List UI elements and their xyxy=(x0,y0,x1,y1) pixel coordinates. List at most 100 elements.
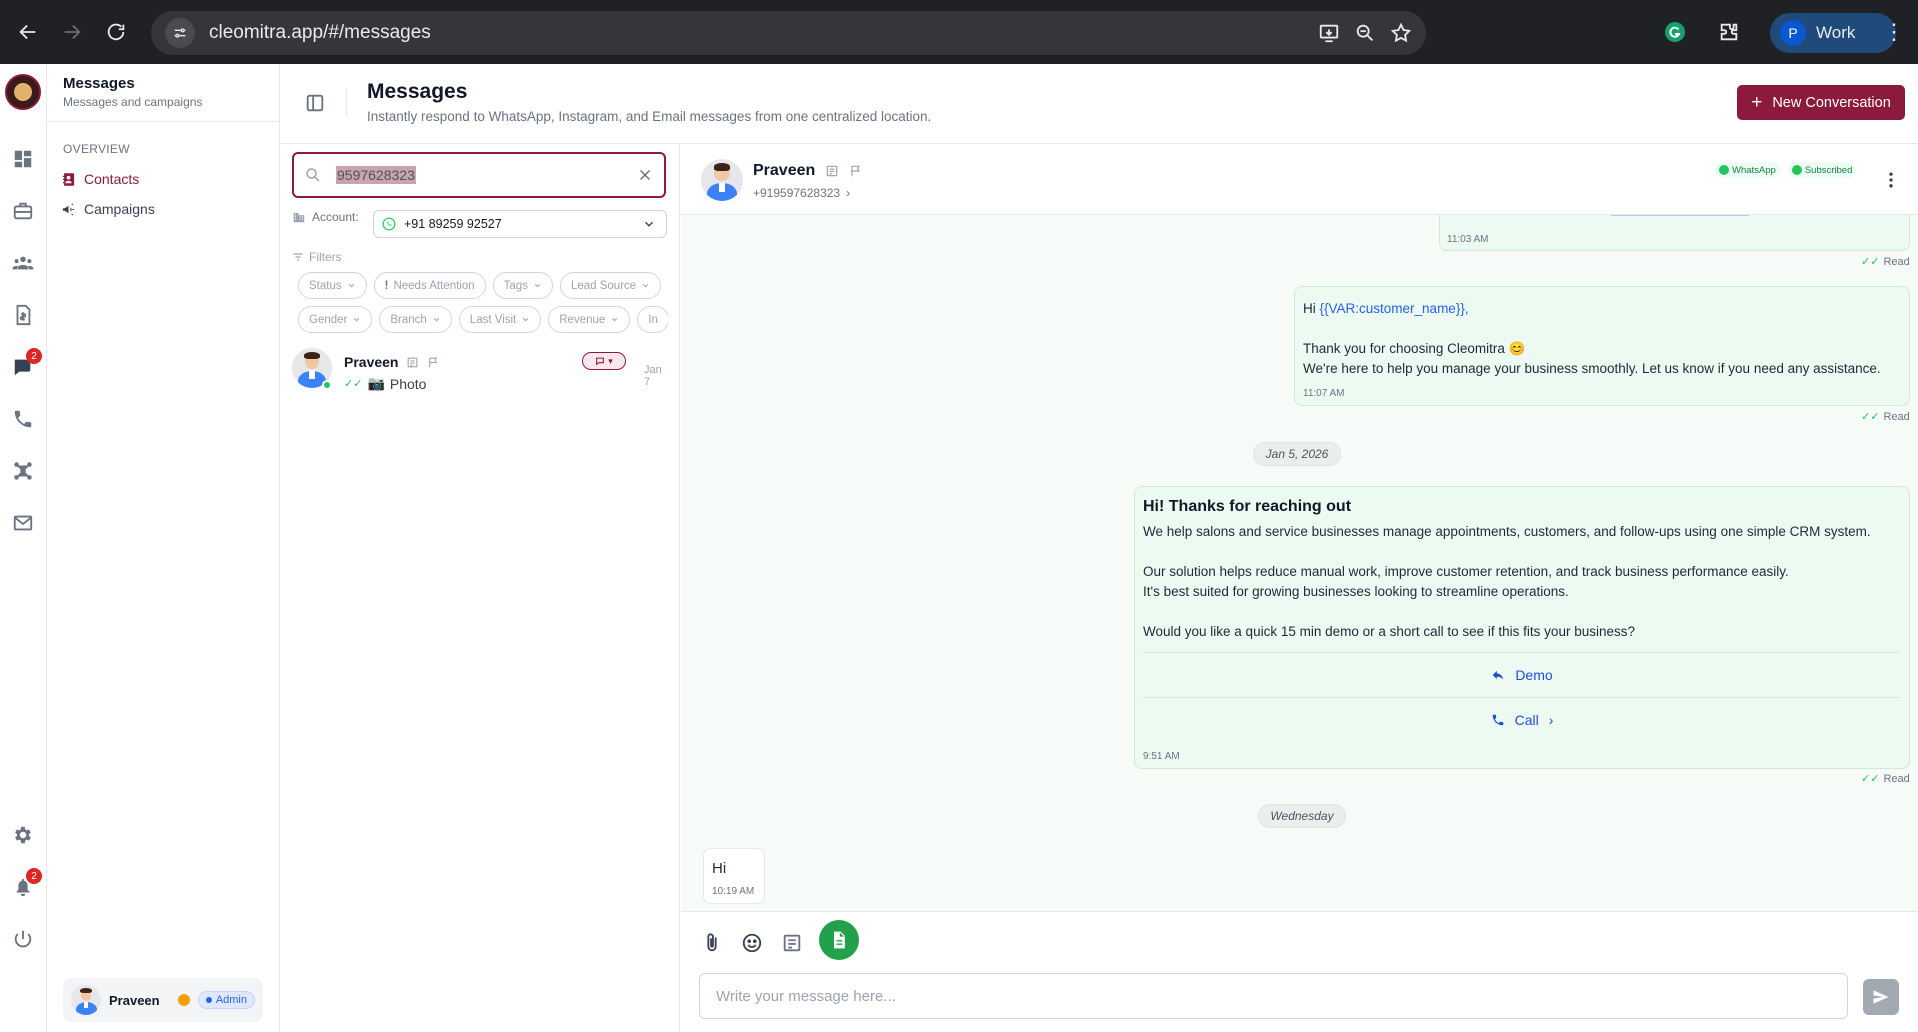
filter-chip-needs-attention[interactable]: ! Needs Attention xyxy=(373,272,486,299)
app-logo[interactable] xyxy=(5,74,41,110)
chevron-down-icon xyxy=(523,317,529,322)
extensions-puzzle-icon[interactable] xyxy=(1709,12,1749,52)
chevron-right-icon: › xyxy=(846,186,851,200)
messages-icon[interactable]: 2 xyxy=(10,348,42,380)
presence-dot xyxy=(177,994,190,1006)
whatsapp-icon xyxy=(382,217,396,231)
double-check-icon: ✓✓ xyxy=(344,378,363,390)
chevron-down-icon xyxy=(348,283,354,288)
filter-chip-branch[interactable]: Branch xyxy=(379,306,452,333)
divider xyxy=(1143,697,1901,698)
tag-dropdown[interactable]: ▾ xyxy=(582,352,626,370)
filter-chip-truncated[interactable]: In xyxy=(637,306,668,333)
flag-icon[interactable] xyxy=(849,164,863,178)
chip-label: Gender xyxy=(309,313,348,326)
account-select[interactable]: +91 89259 92527 xyxy=(373,210,667,238)
note-icon[interactable] xyxy=(406,356,419,369)
more-options-icon[interactable] xyxy=(1881,170,1901,190)
template-icon[interactable] xyxy=(779,930,805,956)
conversation-list-panel: 9597628323 Account: +91 89259 92527 Filt… xyxy=(280,144,680,1032)
close-icon[interactable] xyxy=(636,166,654,184)
nav-header: Messages Messages and campaigns xyxy=(47,64,279,122)
date-separator: Jan 5, 2026 xyxy=(1253,442,1341,466)
new-conversation-button[interactable]: + New Conversation xyxy=(1737,85,1905,120)
message-input[interactable] xyxy=(699,973,1848,1019)
subscribed-badge: Subscribed xyxy=(1787,162,1857,178)
contact-phone-row[interactable]: +919597628323 › xyxy=(753,186,850,200)
filter-chip-tags[interactable]: Tags xyxy=(492,272,553,299)
contact-name-row: Praveen xyxy=(753,162,863,180)
back-button[interactable] xyxy=(8,12,48,52)
filter-chip-last-visit[interactable]: Last Visit xyxy=(458,306,542,333)
call-button[interactable]: Call › xyxy=(1143,708,1901,732)
message-text: Our solution helps reduce manual work, i… xyxy=(1143,564,1789,579)
nav-item-campaigns[interactable]: Campaigns xyxy=(47,194,279,224)
zoom-icon[interactable] xyxy=(1354,22,1376,44)
read-label: Read xyxy=(1883,256,1910,268)
message-composer xyxy=(681,911,1918,1032)
settings-gear-icon[interactable] xyxy=(10,822,36,848)
invoice-icon[interactable] xyxy=(10,302,36,328)
install-app-icon[interactable] xyxy=(1318,22,1340,44)
address-bar[interactable]: cleomitra.app/#/messages xyxy=(151,11,1426,55)
forward-button[interactable] xyxy=(52,12,92,52)
grammarly-icon[interactable] xyxy=(1655,12,1695,52)
link-button-partial[interactable] xyxy=(1610,215,1750,216)
list-item[interactable]: Praveen ✓✓ 📷 Photo ▾ Jan 7 xyxy=(292,348,668,394)
whatsapp-status-icon xyxy=(322,380,332,390)
messages-badge: 2 xyxy=(26,348,42,364)
chip-label: Branch xyxy=(390,313,427,326)
avatar[interactable] xyxy=(701,159,743,201)
nav-subtitle: Messages and campaigns xyxy=(63,95,203,109)
chevron-down-icon xyxy=(643,283,649,288)
integrations-icon[interactable] xyxy=(10,458,36,484)
filters-label: Filters xyxy=(292,250,342,264)
filter-chip-revenue[interactable]: Revenue xyxy=(548,306,631,333)
current-user[interactable]: Praveen Admin xyxy=(63,978,263,1022)
search-input[interactable]: 9597628323 xyxy=(292,152,666,198)
notifications-badge: 2 xyxy=(26,868,42,884)
phone-icon[interactable] xyxy=(10,406,36,432)
message-time: 9:51 AM xyxy=(1143,751,1180,762)
icon-rail: 2 2 xyxy=(0,64,47,1032)
browser-menu-icon[interactable]: ⋮ xyxy=(1876,12,1912,52)
filter-chip-row: Status ! Needs Attention Tags Lead Source xyxy=(298,272,668,299)
filter-chip-lead-source[interactable]: Lead Source xyxy=(559,272,662,299)
attachment-icon[interactable] xyxy=(699,930,725,956)
note-icon[interactable] xyxy=(825,164,839,178)
document-button[interactable] xyxy=(819,920,859,960)
flag-icon[interactable] xyxy=(427,356,440,369)
mail-icon[interactable] xyxy=(10,510,36,536)
message-bubble-outgoing: 11:03 AM xyxy=(1439,215,1910,251)
reload-button[interactable] xyxy=(96,12,136,52)
briefcase-icon[interactable] xyxy=(10,198,36,224)
nav-title: Messages xyxy=(63,75,135,92)
search-value: 9597628323 xyxy=(336,166,416,184)
filter-chip-status[interactable]: Status xyxy=(298,272,367,299)
filter-icon xyxy=(293,253,303,261)
team-icon[interactable] xyxy=(10,250,36,276)
send-button[interactable] xyxy=(1863,979,1899,1015)
bookmark-star-icon[interactable] xyxy=(1390,22,1412,44)
double-check-icon: ✓✓ xyxy=(1861,256,1880,268)
contact-name[interactable]: Praveen xyxy=(753,162,815,180)
user-name: Praveen xyxy=(109,992,160,1008)
notifications-bell-icon[interactable]: 2 xyxy=(10,868,42,900)
profile-label: Work xyxy=(1816,23,1856,42)
reply-icon xyxy=(1493,670,1504,680)
role-badge: Admin xyxy=(197,991,255,1009)
message-text-greeting: Hi {{VAR:customer_name}}, xyxy=(1303,299,1469,319)
demo-quick-reply-button[interactable]: Demo xyxy=(1143,663,1901,687)
site-settings-icon[interactable] xyxy=(165,18,195,48)
message-text: We help salons and service businesses ma… xyxy=(1143,524,1871,539)
power-icon[interactable] xyxy=(10,926,36,952)
sidebar-toggle-icon[interactable] xyxy=(304,92,326,114)
nav-item-label: Campaigns xyxy=(84,201,155,217)
message-thread[interactable]: 11:03 AM ✓✓ Read Hi {{VAR:customer_name}}… xyxy=(681,215,1918,911)
filter-chip-gender[interactable]: Gender xyxy=(298,306,373,333)
chevron-down-icon xyxy=(433,317,439,322)
dashboard-icon[interactable] xyxy=(10,146,36,172)
nav-item-contacts[interactable]: Contacts xyxy=(47,164,279,194)
emoji-icon[interactable] xyxy=(739,930,765,956)
conversation-name-row: Praveen xyxy=(344,354,440,370)
